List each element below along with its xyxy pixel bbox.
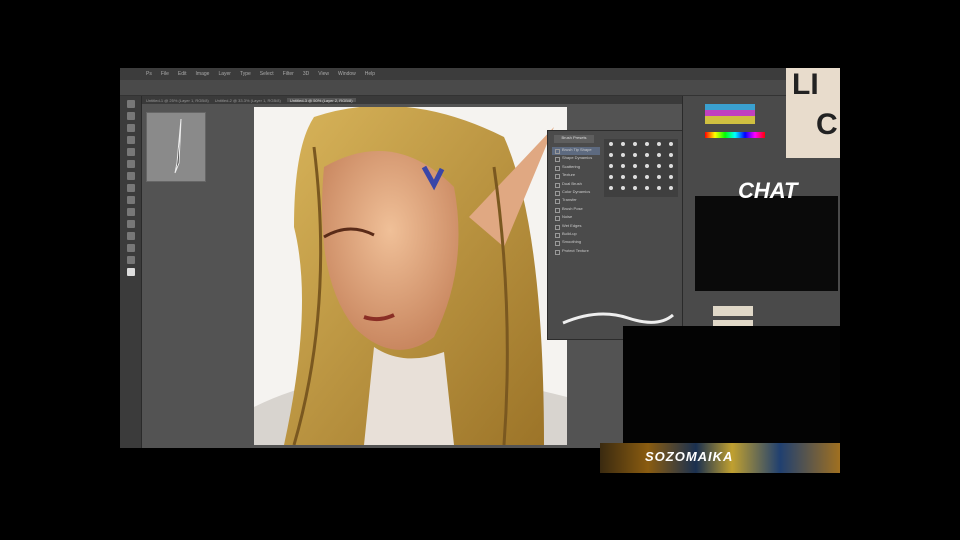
deco-text: LI bbox=[792, 68, 819, 101]
menu-item[interactable]: Image bbox=[196, 71, 210, 80]
brush-setting-item[interactable]: Build-up bbox=[552, 231, 600, 239]
sozomaika-logo: SOZOMAIKA bbox=[645, 449, 734, 464]
brush-setting-item[interactable]: Texture bbox=[552, 172, 600, 180]
dodge-tool-icon[interactable] bbox=[127, 208, 135, 216]
webcam-overlay-box bbox=[623, 326, 840, 448]
document-tab[interactable]: Untitled-2 @ 33.3% (Layer 1, RGB/8) bbox=[215, 98, 281, 103]
menu-item[interactable]: View bbox=[318, 71, 329, 80]
chat-overlay-box bbox=[695, 196, 838, 291]
brush-setting-item[interactable]: Wet Edges bbox=[552, 223, 600, 231]
menu-item[interactable]: Ps bbox=[146, 71, 152, 80]
deco-text: C bbox=[816, 108, 838, 141]
menu-item[interactable]: File bbox=[161, 71, 169, 80]
elf-portrait-painting bbox=[254, 107, 567, 445]
color-swatch-icon[interactable] bbox=[127, 268, 135, 276]
stream-overlay-deco: LI C bbox=[786, 68, 840, 158]
color-sliders[interactable] bbox=[705, 104, 755, 124]
brush-setting-item[interactable]: Dual Brush bbox=[552, 181, 600, 189]
eraser-tool-icon[interactable] bbox=[127, 184, 135, 192]
brush-setting-item[interactable]: Scattering bbox=[552, 164, 600, 172]
brush-setting-item[interactable]: Protect Texture bbox=[552, 248, 600, 256]
menu-item[interactable]: 3D bbox=[303, 71, 309, 80]
brush-settings-list: Brush Tip Shape Shape Dynamics Scatterin… bbox=[552, 147, 600, 256]
stamp-tool-icon[interactable] bbox=[127, 172, 135, 180]
pen-tool-icon[interactable] bbox=[127, 220, 135, 228]
hand-tool-icon[interactable] bbox=[127, 244, 135, 252]
eyedropper-tool-icon[interactable] bbox=[127, 148, 135, 156]
menu-item[interactable]: Window bbox=[338, 71, 356, 80]
menu-item[interactable]: Select bbox=[260, 71, 274, 80]
crop-tool-icon[interactable] bbox=[127, 136, 135, 144]
brush-setting-item[interactable]: Color Dynamics bbox=[552, 189, 600, 197]
stream-banner: SOZOMAIKA bbox=[600, 443, 840, 473]
document-tab[interactable]: Untitled-1 @ 25% (Layer 1, RGB/8) bbox=[146, 98, 209, 103]
menu-bar: Ps File Edit Image Layer Type Select Fil… bbox=[120, 68, 840, 80]
tools-panel bbox=[120, 96, 142, 448]
brush-setting-item[interactable]: Transfer bbox=[552, 197, 600, 205]
menu-item[interactable]: Edit bbox=[178, 71, 187, 80]
marquee-tool-icon[interactable] bbox=[127, 112, 135, 120]
options-bar[interactable] bbox=[120, 80, 840, 96]
brush-setting-item[interactable]: Brush Tip Shape bbox=[552, 147, 600, 156]
menu-item[interactable]: Layer bbox=[218, 71, 231, 80]
brush-setting-item[interactable]: Noise bbox=[552, 214, 600, 222]
gradient-tool-icon[interactable] bbox=[127, 196, 135, 204]
brush-presets-button[interactable]: Brush Presets bbox=[554, 135, 594, 143]
brush-tip-grid[interactable] bbox=[604, 139, 678, 197]
zoom-tool-icon[interactable] bbox=[127, 256, 135, 264]
painting-canvas[interactable] bbox=[254, 107, 567, 445]
document-tab-active[interactable]: Untitled-3 @ 50% (Layer 2, RGB/8) bbox=[286, 98, 356, 103]
chat-label: CHAT bbox=[738, 178, 798, 203]
brush-setting-item[interactable]: Shape Dynamics bbox=[552, 155, 600, 163]
brush-setting-item[interactable]: Smoothing bbox=[552, 239, 600, 247]
brush-preview bbox=[146, 112, 206, 182]
menu-item[interactable]: Help bbox=[365, 71, 375, 80]
menu-item[interactable]: Filter bbox=[283, 71, 294, 80]
move-tool-icon[interactable] bbox=[127, 100, 135, 108]
brush-tool-icon[interactable] bbox=[127, 160, 135, 168]
document-tabs: Untitled-1 @ 25% (Layer 1, RGB/8) Untitl… bbox=[142, 96, 702, 104]
color-ramp[interactable] bbox=[705, 132, 765, 138]
brush-setting-item[interactable]: Brush Pose bbox=[552, 206, 600, 214]
lasso-tool-icon[interactable] bbox=[127, 124, 135, 132]
type-tool-icon[interactable] bbox=[127, 232, 135, 240]
brush-panel: Brush Presets Brush Tip Shape Shape Dyna… bbox=[547, 130, 683, 340]
menu-item[interactable]: Type bbox=[240, 71, 251, 80]
